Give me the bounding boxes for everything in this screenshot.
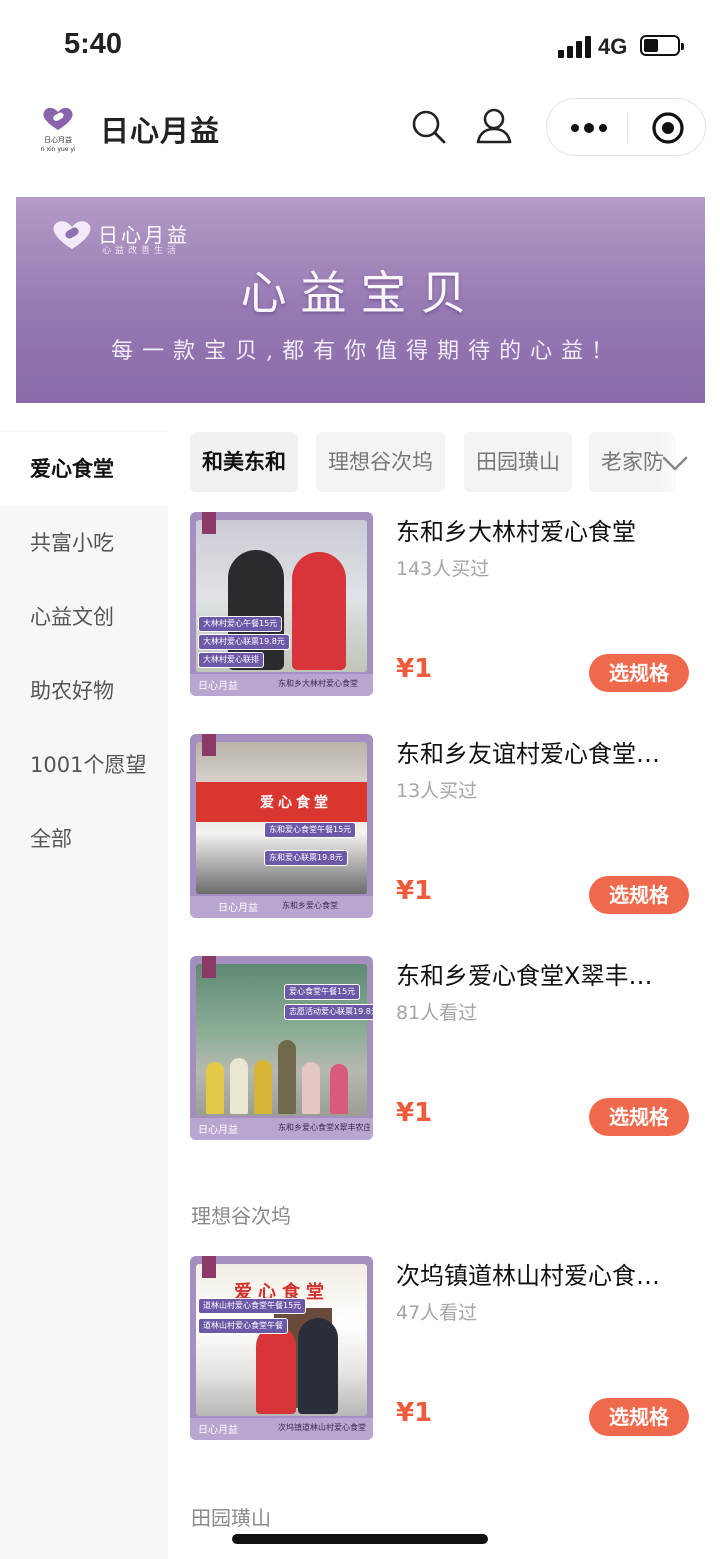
category-sidebar: 爱心食堂 共富小吃 心益文创 助农好物 1001个愿望 全部 xyxy=(0,430,168,1559)
tab-lixianggu-ciwu[interactable]: 理想谷次坞 xyxy=(316,432,445,492)
tab-hemei-donghe[interactable]: 和美东和 xyxy=(190,432,298,492)
search-icon[interactable] xyxy=(408,106,448,146)
banner-title: 心益宝贝 xyxy=(240,266,481,320)
sidebar-item-all[interactable]: 全部 xyxy=(0,802,168,876)
product-thumbnail[interactable]: 爱心食堂 东和爱心食堂午餐15元 东和爱心联票19.8元 日心月益 东和乡爱心食… xyxy=(190,734,373,918)
thumb-tag: 东和爱心联票19.8元 xyxy=(264,850,348,866)
banner-logo: 日心月益 心益改善生活 xyxy=(50,219,210,256)
sidebar-item-zhunong[interactable]: 助农好物 xyxy=(0,654,168,728)
app-logo: 日心月益 ri xin yue yi xyxy=(38,106,78,153)
person-figure xyxy=(330,1064,348,1114)
shop-sign-text: 爱心食堂 xyxy=(260,795,332,811)
chevron-down-icon[interactable] xyxy=(660,448,690,478)
product-price: ¥1 xyxy=(396,876,433,906)
select-spec-button[interactable]: 选规格 xyxy=(589,876,689,914)
product-title[interactable]: 东和乡友谊村爱心食堂… xyxy=(396,734,692,769)
product-stat: 47人看过 xyxy=(396,1302,478,1324)
person-figure xyxy=(278,1040,296,1114)
app-title: 日心月益 xyxy=(100,114,221,148)
section-title: 理想谷次坞 xyxy=(191,1204,291,1228)
target-icon[interactable] xyxy=(651,111,685,145)
product-price: ¥1 xyxy=(396,1098,433,1128)
thumb-brand: 日心月益 xyxy=(198,1125,238,1136)
sidebar-item-gongfu[interactable]: 共富小吃 xyxy=(0,506,168,580)
product-price: ¥1 xyxy=(396,1398,433,1428)
promo-banner[interactable]: 日心月益 心益改善生活 心益宝贝 每一款宝贝,都有你值得期待的心益! xyxy=(16,197,705,403)
product-card[interactable]: 大林村爱心午餐15元 大林村爱心联票19.8元 大林村爱心联排 日心月益 东和乡… xyxy=(190,512,700,696)
select-spec-button[interactable]: 选规格 xyxy=(589,1098,689,1136)
tab-tianyuan-huangshan[interactable]: 田园璜山 xyxy=(464,432,572,492)
product-thumbnail[interactable]: 大林村爱心午餐15元 大林村爱心联票19.8元 大林村爱心联排 日心月益 东和乡… xyxy=(190,512,373,696)
thumb-footer: 日心月益 次坞镇道林山村爱心食堂 xyxy=(190,1418,373,1440)
person-figure xyxy=(302,1062,320,1114)
badge-ribbon xyxy=(202,734,216,756)
badge-ribbon xyxy=(202,956,216,978)
thumb-tag: 大林村爱心联排 xyxy=(198,652,264,668)
thumb-tag: 大林村爱心午餐15元 xyxy=(198,616,283,632)
thumb-brand: 日心月益 xyxy=(198,1425,238,1436)
product-thumbnail[interactable]: 爱心食堂 道林山村爱心食堂午餐15元 道林山村爱心食堂午餐 日心月益 次坞镇道林… xyxy=(190,1256,373,1440)
sidebar-item-wishes[interactable]: 1001个愿望 xyxy=(0,728,168,802)
status-bar: 5:40 4G xyxy=(0,0,720,92)
product-title[interactable]: 次坞镇道林山村爱心食… xyxy=(396,1256,692,1291)
thumb-tag: 道林山村爱心食堂午餐 xyxy=(198,1318,288,1334)
battery-icon xyxy=(640,35,684,56)
thumb-tag: 东和爱心食堂午餐15元 xyxy=(264,822,357,838)
person-figure xyxy=(256,1326,296,1414)
home-indicator[interactable] xyxy=(232,1534,488,1544)
product-card[interactable]: 爱心食堂午餐15元 志愿活动爱心联票19.8元 日心月益 东和乡爱心食堂X翠丰农… xyxy=(190,956,700,1140)
thumb-caption: 次坞镇道林山村爱心食堂 xyxy=(278,1423,366,1432)
product-thumbnail[interactable]: 爱心食堂午餐15元 志愿活动爱心联票19.8元 日心月益 东和乡爱心食堂X翠丰农… xyxy=(190,956,373,1140)
heart-logo-icon xyxy=(53,221,91,249)
select-spec-button[interactable]: 选规格 xyxy=(589,1398,689,1436)
mini-program-capsule xyxy=(546,98,706,156)
person-figure xyxy=(292,552,346,670)
thumb-footer: 日心月益 东和乡爱心食堂X翠丰农庄 xyxy=(190,1118,373,1140)
capsule-divider xyxy=(627,113,628,143)
thumb-brand: 日心月益 xyxy=(218,903,258,914)
banner-slogan: 心益改善生活 xyxy=(102,246,181,256)
thumb-tag: 大林村爱心联票19.8元 xyxy=(198,634,290,650)
product-stat: 13人买过 xyxy=(396,780,478,802)
product-price: ¥1 xyxy=(396,654,433,684)
badge-ribbon xyxy=(202,1256,216,1278)
thumb-footer: 日心月益 东和乡大林村爱心食堂 xyxy=(190,674,373,696)
sidebar-item-wenchuang[interactable]: 心益文创 xyxy=(0,580,168,654)
product-stat: 81人看过 xyxy=(396,1002,478,1024)
app-header: 日心月益 ri xin yue yi 日心月益 xyxy=(0,92,720,192)
thumb-tag: 志愿活动爱心联票19.8元 xyxy=(284,1004,373,1020)
product-stat: 143人买过 xyxy=(396,558,490,580)
network-type: 4G xyxy=(598,34,628,59)
person-figure xyxy=(298,1318,338,1414)
logo-text: 日心月益 xyxy=(44,136,72,144)
logo-pinyin: ri xin yue yi xyxy=(40,146,76,153)
person-figure xyxy=(206,1062,224,1114)
product-card[interactable]: 爱心食堂 道林山村爱心食堂午餐15元 道林山村爱心食堂午餐 日心月益 次坞镇道林… xyxy=(190,1256,700,1440)
thumb-tag: 道林山村爱心食堂午餐15元 xyxy=(198,1298,307,1314)
thumb-caption: 东和乡爱心食堂X翠丰农庄 xyxy=(278,1123,370,1132)
section-title: 田园璜山 xyxy=(191,1506,271,1530)
thumb-caption: 东和乡大林村爱心食堂 xyxy=(278,679,358,688)
sidebar-item-aixin[interactable]: 爱心食堂 xyxy=(0,432,168,506)
thumb-brand: 日心月益 xyxy=(198,681,238,692)
heart-logo-icon xyxy=(43,107,73,130)
region-tabs: 和美东和 理想谷次坞 田园璜山 老家防 xyxy=(190,432,720,492)
badge-ribbon xyxy=(202,512,216,534)
product-card[interactable]: 爱心食堂 东和爱心食堂午餐15元 东和爱心联票19.8元 日心月益 东和乡爱心食… xyxy=(190,734,700,918)
select-spec-button[interactable]: 选规格 xyxy=(589,654,689,692)
user-icon[interactable] xyxy=(474,106,514,146)
thumb-caption: 东和乡爱心食堂 xyxy=(282,901,338,910)
product-title[interactable]: 东和乡爱心食堂X翠丰… xyxy=(396,956,692,991)
person-figure xyxy=(230,1058,248,1114)
more-icon[interactable] xyxy=(569,118,609,138)
banner-subtitle: 每一款宝贝,都有你值得期待的心益! xyxy=(111,339,610,364)
thumb-footer: 日心月益 东和乡爱心食堂 xyxy=(190,896,373,918)
thumb-tag: 爱心食堂午餐15元 xyxy=(284,984,361,1000)
person-figure xyxy=(254,1060,272,1114)
signal-icon xyxy=(558,36,592,58)
status-time: 5:40 xyxy=(64,28,123,60)
product-title[interactable]: 东和乡大林村爱心食堂 xyxy=(396,512,692,547)
